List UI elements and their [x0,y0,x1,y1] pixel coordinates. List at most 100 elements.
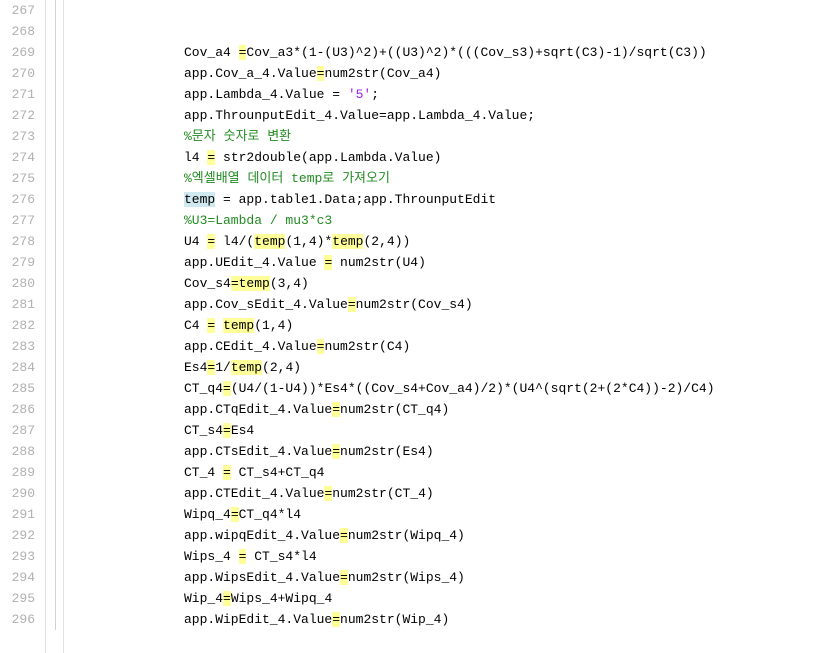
highlight-token: = [223,423,231,438]
code-token: CT_s4+CT_q4 [231,465,325,480]
highlight-token: = [332,612,340,627]
code-line[interactable]: %문자 숫자로 변환 [80,126,829,147]
code-token: app.CTEdit_4.Value [184,486,324,501]
code-line[interactable]: Es4=1/temp(2,4) [80,357,829,378]
code-token: num2str(CT_q4) [340,402,449,417]
code-line[interactable]: app.CEdit_4.Value=num2str(C4) [80,336,829,357]
code-line[interactable]: app.WipEdit_4.Value=num2str(Wip_4) [80,609,829,630]
code-line[interactable]: l4 = str2double(app.Lambda.Value) [80,147,829,168]
code-line[interactable]: C4 = temp(1,4) [80,315,829,336]
code-line[interactable]: Cov_s4=temp(3,4) [80,273,829,294]
code-token: Wipq_4 [184,507,231,522]
code-line[interactable]: app.Cov_a_4.Value=num2str(Cov_a4) [80,63,829,84]
fold-cell [46,210,63,231]
fold-cell [46,399,63,420]
fold-cell [46,273,63,294]
highlight-token: temp [332,234,363,249]
code-line[interactable] [80,0,829,21]
code-line[interactable]: app.CTEdit_4.Value=num2str(CT_4) [80,483,829,504]
code-line[interactable]: Wips_4 = CT_s4*l4 [80,546,829,567]
fold-cell [46,126,63,147]
highlight-token: = [348,297,356,312]
code-token: Cov_s4 [184,276,231,291]
code-token: (2,4) [262,360,301,375]
line-number: 286 [0,399,35,420]
fold-cell [46,294,63,315]
code-line[interactable]: app.CTsEdit_4.Value=num2str(Es4) [80,441,829,462]
code-line[interactable]: U4 = l4/(temp(1,4)*temp(2,4)) [80,231,829,252]
highlight-token: = [332,444,340,459]
code-token: CT_s4*l4 [246,549,316,564]
code-token: num2str(Wipq_4) [348,528,465,543]
highlight-token: = [332,402,340,417]
code-editor[interactable]: 2672682692702712722732742752762772782792… [0,0,829,653]
code-token: CT_s4 [184,423,223,438]
highlight-token: = [223,465,231,480]
code-line[interactable]: app.UEdit_4.Value = num2str(U4) [80,252,829,273]
line-number: 278 [0,231,35,252]
fold-cell [46,189,63,210]
code-line[interactable]: temp = app.table1.Data;app.ThrounputEdit [80,189,829,210]
code-token: str2double(app.Lambda.Value) [215,150,441,165]
code-token: app.Cov_sEdit_4.Value [184,297,348,312]
code-line[interactable]: %엑셀배열 데이터 temp로 가져오기 [80,168,829,189]
code-line[interactable]: Wipq_4=CT_q4*l4 [80,504,829,525]
code-token: num2str(Cov_a4) [324,66,441,81]
fold-cell [46,168,63,189]
code-token: Wip_4 [184,591,223,606]
line-number: 276 [0,189,35,210]
code-token: num2str(Es4) [340,444,434,459]
code-token: Cov_a3*(1-(U3)^2)+((U3)^2)*(((Cov_s3)+sq… [246,45,706,60]
fold-strip [46,0,64,653]
line-number-gutter: 2672682692702712722732742752762772782792… [0,0,46,653]
line-number: 292 [0,525,35,546]
highlight-token: temp [223,318,254,333]
code-area[interactable]: Cov_a4 =Cov_a3*(1-(U3)^2)+((U3)^2)*(((Co… [64,0,829,653]
code-token: Wips_4+Wipq_4 [231,591,332,606]
line-number: 273 [0,126,35,147]
line-number: 281 [0,294,35,315]
line-number: 282 [0,315,35,336]
code-token: l4 [184,150,207,165]
line-number: 268 [0,21,35,42]
code-line[interactable]: app.WipsEdit_4.Value=num2str(Wips_4) [80,567,829,588]
line-number: 296 [0,609,35,630]
line-number: 294 [0,567,35,588]
code-token: U4 [184,234,207,249]
code-line[interactable]: %U3=Lambda / mu3*c3 [80,210,829,231]
fold-cell [46,252,63,273]
code-token: Es4 [184,360,207,375]
fold-cell [46,441,63,462]
code-token: app.CEdit_4.Value [184,339,317,354]
code-line[interactable] [80,21,829,42]
code-line[interactable]: app.Lambda_4.Value = '5'; [80,84,829,105]
highlight-token: = [340,528,348,543]
line-number: 267 [0,0,35,21]
code-line[interactable]: app.ThrounputEdit_4.Value=app.Lambda_4.V… [80,105,829,126]
highlight-token: = [231,276,239,291]
code-token: (3,4) [270,276,309,291]
line-number: 284 [0,357,35,378]
code-line[interactable]: Wip_4=Wips_4+Wipq_4 [80,588,829,609]
code-token: 1/ [215,360,231,375]
code-line[interactable]: app.CTqEdit_4.Value=num2str(CT_q4) [80,399,829,420]
fold-cell [46,42,63,63]
code-line[interactable]: app.wipqEdit_4.Value=num2str(Wipq_4) [80,525,829,546]
line-number: 291 [0,504,35,525]
code-line[interactable]: CT_q4=(U4/(1-U4))*Es4*((Cov_s4+Cov_a4)/2… [80,378,829,399]
code-token [215,318,223,333]
code-line[interactable]: CT_4 = CT_s4+CT_q4 [80,462,829,483]
code-token: app.Lambda_4.Value = [184,87,348,102]
code-token: num2str(C4) [324,339,410,354]
code-line[interactable]: Cov_a4 =Cov_a3*(1-(U3)^2)+((U3)^2)*(((Co… [80,42,829,63]
line-number: 295 [0,588,35,609]
code-token: (1,4)* [285,234,332,249]
code-line[interactable]: CT_s4=Es4 [80,420,829,441]
code-line[interactable]: app.Cov_sEdit_4.Value=num2str(Cov_s4) [80,294,829,315]
code-token: (1,4) [254,318,293,333]
fold-cell [46,357,63,378]
code-token: CT_q4 [184,381,223,396]
fold-cell [46,231,63,252]
line-number: 288 [0,441,35,462]
code-token: (U4/(1-U4))*Es4*((Cov_s4+Cov_a4)/2)*(U4^… [231,381,715,396]
